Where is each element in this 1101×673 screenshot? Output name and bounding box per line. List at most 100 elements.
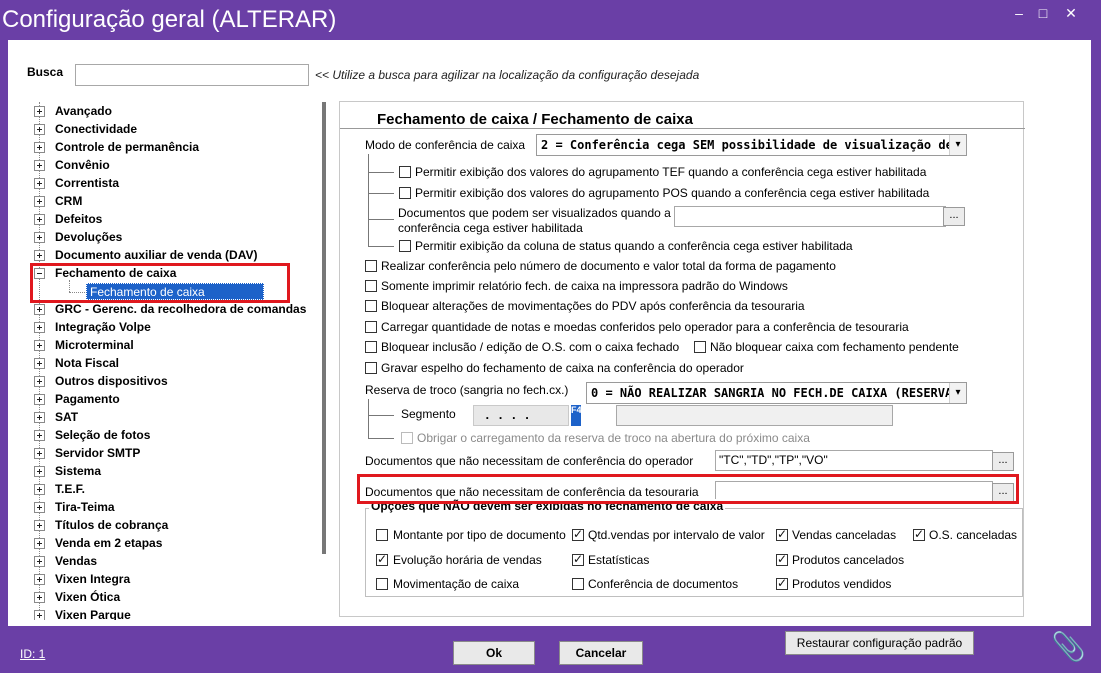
tree-item-sistema[interactable]: Sistema: [34, 462, 322, 480]
chevron-down-icon[interactable]: ▾: [949, 135, 966, 155]
tree-item-selecao-fotos[interactable]: Seleção de fotos: [34, 426, 322, 444]
expand-icon[interactable]: [34, 609, 45, 620]
maximize-button[interactable]: □: [1030, 4, 1056, 24]
chevron-down-icon[interactable]: ▾: [949, 383, 966, 403]
expand-icon[interactable]: [34, 429, 45, 441]
tree-item-avancado[interactable]: Avançado: [34, 102, 322, 120]
search-input[interactable]: [75, 64, 309, 86]
tree-item-servidor-smtp[interactable]: Servidor SMTP: [34, 444, 322, 462]
realizar-conferencia-checkbox[interactable]: [365, 260, 377, 272]
tree-item-vixen-otica[interactable]: Vixen Ótica: [34, 588, 322, 606]
expand-icon[interactable]: [34, 501, 45, 513]
gravar-espelho-checkbox[interactable]: [365, 362, 377, 374]
docs-operador-ellipsis-button[interactable]: ...: [992, 452, 1014, 471]
evolucao-checkbox[interactable]: [376, 552, 388, 566]
expand-icon[interactable]: [34, 591, 45, 603]
tree-item-dav[interactable]: Documento auxiliar de venda (DAV): [34, 246, 322, 264]
tree-item-outros-dispositivos[interactable]: Outros dispositivos: [34, 372, 322, 390]
expand-icon[interactable]: [34, 159, 45, 171]
expand-icon[interactable]: [34, 123, 45, 135]
record-id-link[interactable]: ID: 1: [20, 647, 45, 661]
permitir-tef-checkbox[interactable]: [399, 166, 411, 178]
close-button[interactable]: ✕: [1058, 4, 1084, 24]
expand-icon[interactable]: [34, 321, 45, 333]
expand-icon[interactable]: [34, 375, 45, 387]
carregar-quantidade-checkbox[interactable]: [365, 321, 377, 333]
nao-bloquear-caixa-checkbox[interactable]: [694, 341, 706, 353]
tree-item-microterminal[interactable]: Microterminal: [34, 336, 322, 354]
tree-item-sat[interactable]: SAT: [34, 408, 322, 426]
docs-visual-field[interactable]: [674, 206, 946, 227]
segmento-field[interactable]: . . . .: [473, 405, 569, 426]
vendas-canceladas-checkbox[interactable]: [776, 527, 788, 541]
expand-icon[interactable]: [34, 231, 45, 243]
paperclip-icon[interactable]: 📎: [1051, 630, 1086, 664]
reserva-troco-select[interactable]: 0 = NÃO REALIZAR SANGRIA NO FECH.DE CAIX…: [586, 382, 967, 404]
produtos-vendidos-checkbox[interactable]: [776, 576, 788, 590]
tree-item-titulos-cobranca[interactable]: Títulos de cobrança: [34, 516, 322, 534]
obrigar-carregamento-checkbox[interactable]: [401, 432, 413, 444]
tree-item-conectividade[interactable]: Conectividade: [34, 120, 322, 138]
opcoes-nao-exibidas-group: Opções que NÃO devem ser exibidas no fec…: [365, 499, 1023, 597]
expand-icon[interactable]: [34, 357, 45, 369]
settings-panel: Fechamento de caixa / Fechamento de caix…: [339, 101, 1025, 617]
expand-icon[interactable]: [34, 105, 45, 117]
tree-item-vixen-integra[interactable]: Vixen Integra: [34, 570, 322, 588]
qtd-vendas-checkbox[interactable]: [572, 527, 584, 541]
tree-item-crm[interactable]: CRM: [34, 192, 322, 210]
tree-item-defeitos[interactable]: Defeitos: [34, 210, 322, 228]
tree-item-controle-permanencia[interactable]: Controle de permanência: [34, 138, 322, 156]
expand-icon[interactable]: [34, 483, 45, 495]
segmento-f4-button[interactable]: F4: [571, 405, 582, 426]
expand-icon[interactable]: [34, 447, 45, 459]
bloquear-movimentacoes-checkbox[interactable]: [365, 300, 377, 312]
expand-icon[interactable]: [34, 213, 45, 225]
expand-icon[interactable]: [34, 195, 45, 207]
option-guide-line: [368, 246, 394, 247]
tree-item-label: Nota Fiscal: [55, 356, 120, 370]
modo-conferencia-select[interactable]: 2 = Conferência cega SEM possibilidade d…: [536, 134, 967, 156]
tree-item-vixen-parque[interactable]: Vixen Parque: [34, 606, 322, 620]
tree-item-convenio[interactable]: Convênio: [34, 156, 322, 174]
tree-item-venda-2-etapas[interactable]: Venda em 2 etapas: [34, 534, 322, 552]
expand-icon[interactable]: [34, 141, 45, 153]
expand-icon[interactable]: [34, 249, 45, 261]
permitir-pos-checkbox[interactable]: [399, 187, 411, 199]
tree-item-vendas[interactable]: Vendas: [34, 552, 322, 570]
docs-operador-field[interactable]: "TC","TD","TP","VO": [715, 450, 993, 471]
expand-icon[interactable]: [34, 303, 45, 315]
os-canceladas-checkbox[interactable]: [913, 527, 925, 541]
tree-item-label: Outros dispositivos: [55, 374, 168, 388]
tree-item-tira-teima[interactable]: Tira-Teima: [34, 498, 322, 516]
movimentacao-checkbox[interactable]: [376, 578, 388, 590]
tree-item-correntista[interactable]: Correntista: [34, 174, 322, 192]
tree-item-tef[interactable]: T.E.F.: [34, 480, 322, 498]
tree-item-nota-fiscal[interactable]: Nota Fiscal: [34, 354, 322, 372]
expand-icon[interactable]: [34, 177, 45, 189]
expand-icon[interactable]: [34, 519, 45, 531]
expand-icon[interactable]: [34, 339, 45, 351]
permitir-status-checkbox[interactable]: [399, 240, 411, 252]
expand-icon[interactable]: [34, 555, 45, 567]
expand-icon[interactable]: [34, 573, 45, 585]
bloquear-os-checkbox[interactable]: [365, 341, 377, 353]
restore-defaults-button[interactable]: Restaurar configuração padrão: [785, 631, 974, 655]
ok-button[interactable]: Ok: [453, 641, 535, 665]
expand-icon[interactable]: [34, 411, 45, 423]
expand-icon[interactable]: [34, 393, 45, 405]
estatisticas-checkbox[interactable]: [572, 552, 584, 566]
expand-icon[interactable]: [34, 537, 45, 549]
tree-item-devolucoes[interactable]: Devoluções: [34, 228, 322, 246]
cancel-button[interactable]: Cancelar: [559, 641, 643, 665]
tree-item-integracao-volpe[interactable]: Integração Volpe: [34, 318, 322, 336]
expand-icon[interactable]: [34, 465, 45, 477]
tree-scrollbar[interactable]: [322, 102, 326, 554]
produtos-cancelados-checkbox[interactable]: [776, 552, 788, 566]
docs-visual-ellipsis-button[interactable]: ...: [943, 207, 965, 226]
tree-item-pagamento[interactable]: Pagamento: [34, 390, 322, 408]
montante-checkbox[interactable]: [376, 529, 388, 541]
conferencia-docs-checkbox[interactable]: [572, 578, 584, 590]
highlight-box-tesouraria: [357, 474, 1019, 504]
minimize-button[interactable]: –: [1006, 4, 1032, 24]
somente-imprimir-checkbox[interactable]: [365, 280, 377, 292]
